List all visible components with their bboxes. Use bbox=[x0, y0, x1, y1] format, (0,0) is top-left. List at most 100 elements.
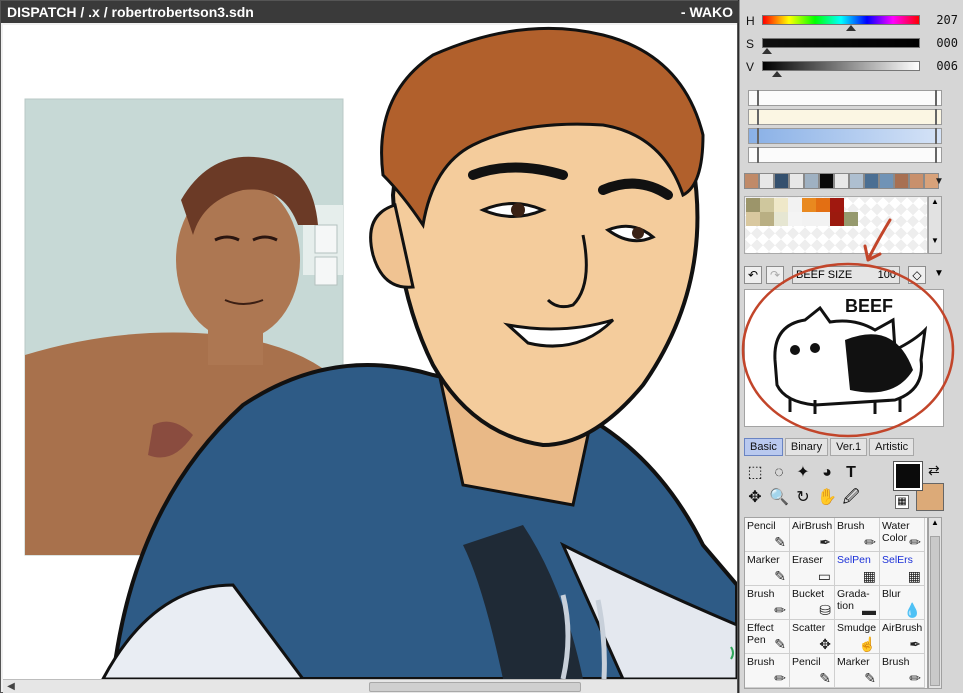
brush-label: Eraser bbox=[792, 554, 823, 566]
hue-caret-icon[interactable] bbox=[846, 25, 856, 31]
brush-cell[interactable]: Brush ✏ bbox=[880, 654, 925, 688]
shape-icon[interactable]: ◕ bbox=[816, 462, 838, 484]
brush-icon: 💧 bbox=[903, 602, 921, 618]
brush-cell[interactable]: Water Color ✏ bbox=[880, 518, 925, 552]
brush-icon: ▭ bbox=[817, 568, 831, 584]
brush-cell[interactable]: Bucket ⛁ bbox=[790, 586, 835, 620]
value-caret-icon[interactable] bbox=[772, 71, 782, 77]
brush-cell[interactable]: Smudge ☝ bbox=[835, 620, 880, 654]
rotate-icon[interactable]: ↻ bbox=[792, 487, 814, 509]
canvas-window: DISPATCH / .x / robertrobertson3.sdn - W… bbox=[0, 0, 739, 693]
brush-grid: Pencil ✎ AirBrush ✒ Brush ✏ Water Color ✏ Marker… bbox=[744, 517, 928, 689]
saturation-slider-row[interactable]: S 000 bbox=[746, 35, 960, 54]
palette-swatch[interactable] bbox=[909, 173, 924, 189]
swap-colors-icon[interactable]: ⇄ bbox=[928, 462, 940, 479]
brush-cell[interactable]: SelErs ▦ bbox=[880, 552, 925, 586]
tool-icons: ⬚ ◌ ✦ ◕ T ✥ 🔍 ↻ ✋ 🖉 bbox=[744, 462, 868, 512]
saturation-caret-icon[interactable] bbox=[762, 48, 772, 54]
tab-basic[interactable]: Basic bbox=[744, 438, 783, 456]
brush-icon: ☝ bbox=[858, 636, 876, 652]
brush-scrollbar[interactable]: ▲ bbox=[928, 517, 942, 689]
mixer-bar-4[interactable] bbox=[748, 147, 942, 163]
palette-swatch[interactable] bbox=[834, 173, 849, 189]
scroll-up-icon[interactable]: ▲ bbox=[929, 197, 941, 206]
brush-label: Pencil bbox=[792, 656, 821, 668]
hue-slider[interactable] bbox=[762, 15, 920, 25]
tab-ver1[interactable]: Ver.1 bbox=[830, 438, 868, 456]
palette-swatch[interactable] bbox=[789, 173, 804, 189]
scroll-left-icon[interactable]: ◀ bbox=[4, 681, 18, 693]
move-icon[interactable]: ✥ bbox=[744, 487, 766, 509]
value-slider[interactable] bbox=[762, 61, 920, 71]
brush-cell[interactable]: Eraser ▭ bbox=[790, 552, 835, 586]
brush-icon: ▦ bbox=[862, 568, 876, 584]
palette-swatch[interactable] bbox=[759, 173, 774, 189]
mixer-bar-3[interactable] bbox=[748, 128, 942, 144]
brush-cell[interactable]: Grada- tion ▬ bbox=[835, 586, 880, 620]
palette-swatch[interactable] bbox=[849, 173, 864, 189]
foreground-color-swatch[interactable] bbox=[893, 461, 923, 491]
magic-wand-icon[interactable]: ✦ bbox=[792, 462, 814, 484]
palette-menu-icon[interactable]: ▼ bbox=[934, 176, 944, 187]
mixer-bar-1[interactable] bbox=[748, 90, 942, 106]
saturation-slider[interactable] bbox=[762, 38, 920, 48]
brush-label: Effect Pen bbox=[747, 622, 774, 646]
scroll-up-icon[interactable]: ▲ bbox=[929, 518, 941, 527]
tab-artistic[interactable]: Artistic bbox=[869, 438, 915, 456]
brush-label: Brush bbox=[837, 520, 865, 532]
brush-icon: ⛁ bbox=[819, 602, 831, 618]
brush-scroll-thumb[interactable] bbox=[930, 536, 940, 686]
text-icon[interactable]: T bbox=[840, 462, 862, 484]
brush-icon: ✏ bbox=[909, 670, 921, 686]
tab-binary[interactable]: Binary bbox=[784, 438, 829, 456]
brush-icon: ✎ bbox=[774, 568, 786, 584]
palette-swatch[interactable] bbox=[864, 173, 879, 189]
brush-cell[interactable]: Brush ✏ bbox=[835, 518, 880, 552]
hue-slider-row[interactable]: H 207 bbox=[746, 12, 960, 31]
transparent-color-icon[interactable]: ▦ bbox=[895, 495, 909, 509]
brush-cell[interactable]: Marker ✎ bbox=[835, 654, 880, 688]
brush-label: Pencil bbox=[747, 520, 776, 532]
hand-icon[interactable]: ✋ bbox=[816, 487, 838, 509]
palette-swatch[interactable] bbox=[894, 173, 909, 189]
palette-swatch[interactable] bbox=[774, 173, 789, 189]
saturation-label: S bbox=[746, 37, 755, 51]
palette-swatch[interactable] bbox=[879, 173, 894, 189]
brush-cell[interactable]: SelPen ▦ bbox=[835, 552, 880, 586]
scroll-thumb[interactable] bbox=[369, 682, 581, 692]
palette-swatch[interactable] bbox=[819, 173, 834, 189]
mixer-bar-2[interactable] bbox=[748, 109, 942, 125]
canvas-titlebar[interactable]: DISPATCH / .x / robertrobertson3.sdn - W… bbox=[1, 1, 739, 23]
brush-cell[interactable]: Marker ✎ bbox=[745, 552, 790, 586]
zoom-icon[interactable]: 🔍 bbox=[768, 487, 790, 509]
brush-icon: ✏ bbox=[864, 534, 876, 550]
brush-label: Blur bbox=[882, 588, 901, 600]
brush-cell[interactable]: Blur 💧 bbox=[880, 586, 925, 620]
brush-label: Scatter bbox=[792, 622, 826, 634]
lasso-icon[interactable]: ◌ bbox=[768, 462, 790, 484]
brush-label: Brush bbox=[747, 588, 775, 600]
brush-label: SelPen bbox=[837, 554, 871, 566]
value-slider-row[interactable]: V 006 bbox=[746, 58, 960, 77]
brush-cell[interactable]: Scatter ✥ bbox=[790, 620, 835, 654]
rect-select-icon[interactable]: ⬚ bbox=[744, 462, 766, 484]
palette-swatch[interactable] bbox=[804, 173, 819, 189]
drawing-canvas[interactable] bbox=[3, 25, 737, 679]
brush-cell[interactable]: Brush ✏ bbox=[745, 586, 790, 620]
brush-cell[interactable]: Brush ✏ bbox=[745, 654, 790, 688]
artwork bbox=[24, 26, 737, 679]
brush-label: Bucket bbox=[792, 588, 825, 600]
brush-cell[interactable]: Pencil ✎ bbox=[790, 654, 835, 688]
brush-cell[interactable]: Effect Pen ✎ bbox=[745, 620, 790, 654]
brush-cell[interactable]: Pencil ✎ bbox=[745, 518, 790, 552]
brush-cell[interactable]: AirBrush ✒ bbox=[880, 620, 925, 654]
brush-cell[interactable]: AirBrush ✒ bbox=[790, 518, 835, 552]
brush-icon: ✒ bbox=[909, 636, 921, 652]
annotation-overlay bbox=[741, 218, 955, 438]
brush-label: Water Color bbox=[882, 520, 910, 544]
palette-swatch[interactable] bbox=[744, 173, 759, 189]
brush-label: AirBrush bbox=[882, 622, 923, 634]
brush-label: SelErs bbox=[882, 554, 913, 566]
eyedropper-icon[interactable]: 🖉 bbox=[840, 487, 862, 509]
horizontal-scrollbar[interactable]: ◀ bbox=[3, 679, 737, 693]
